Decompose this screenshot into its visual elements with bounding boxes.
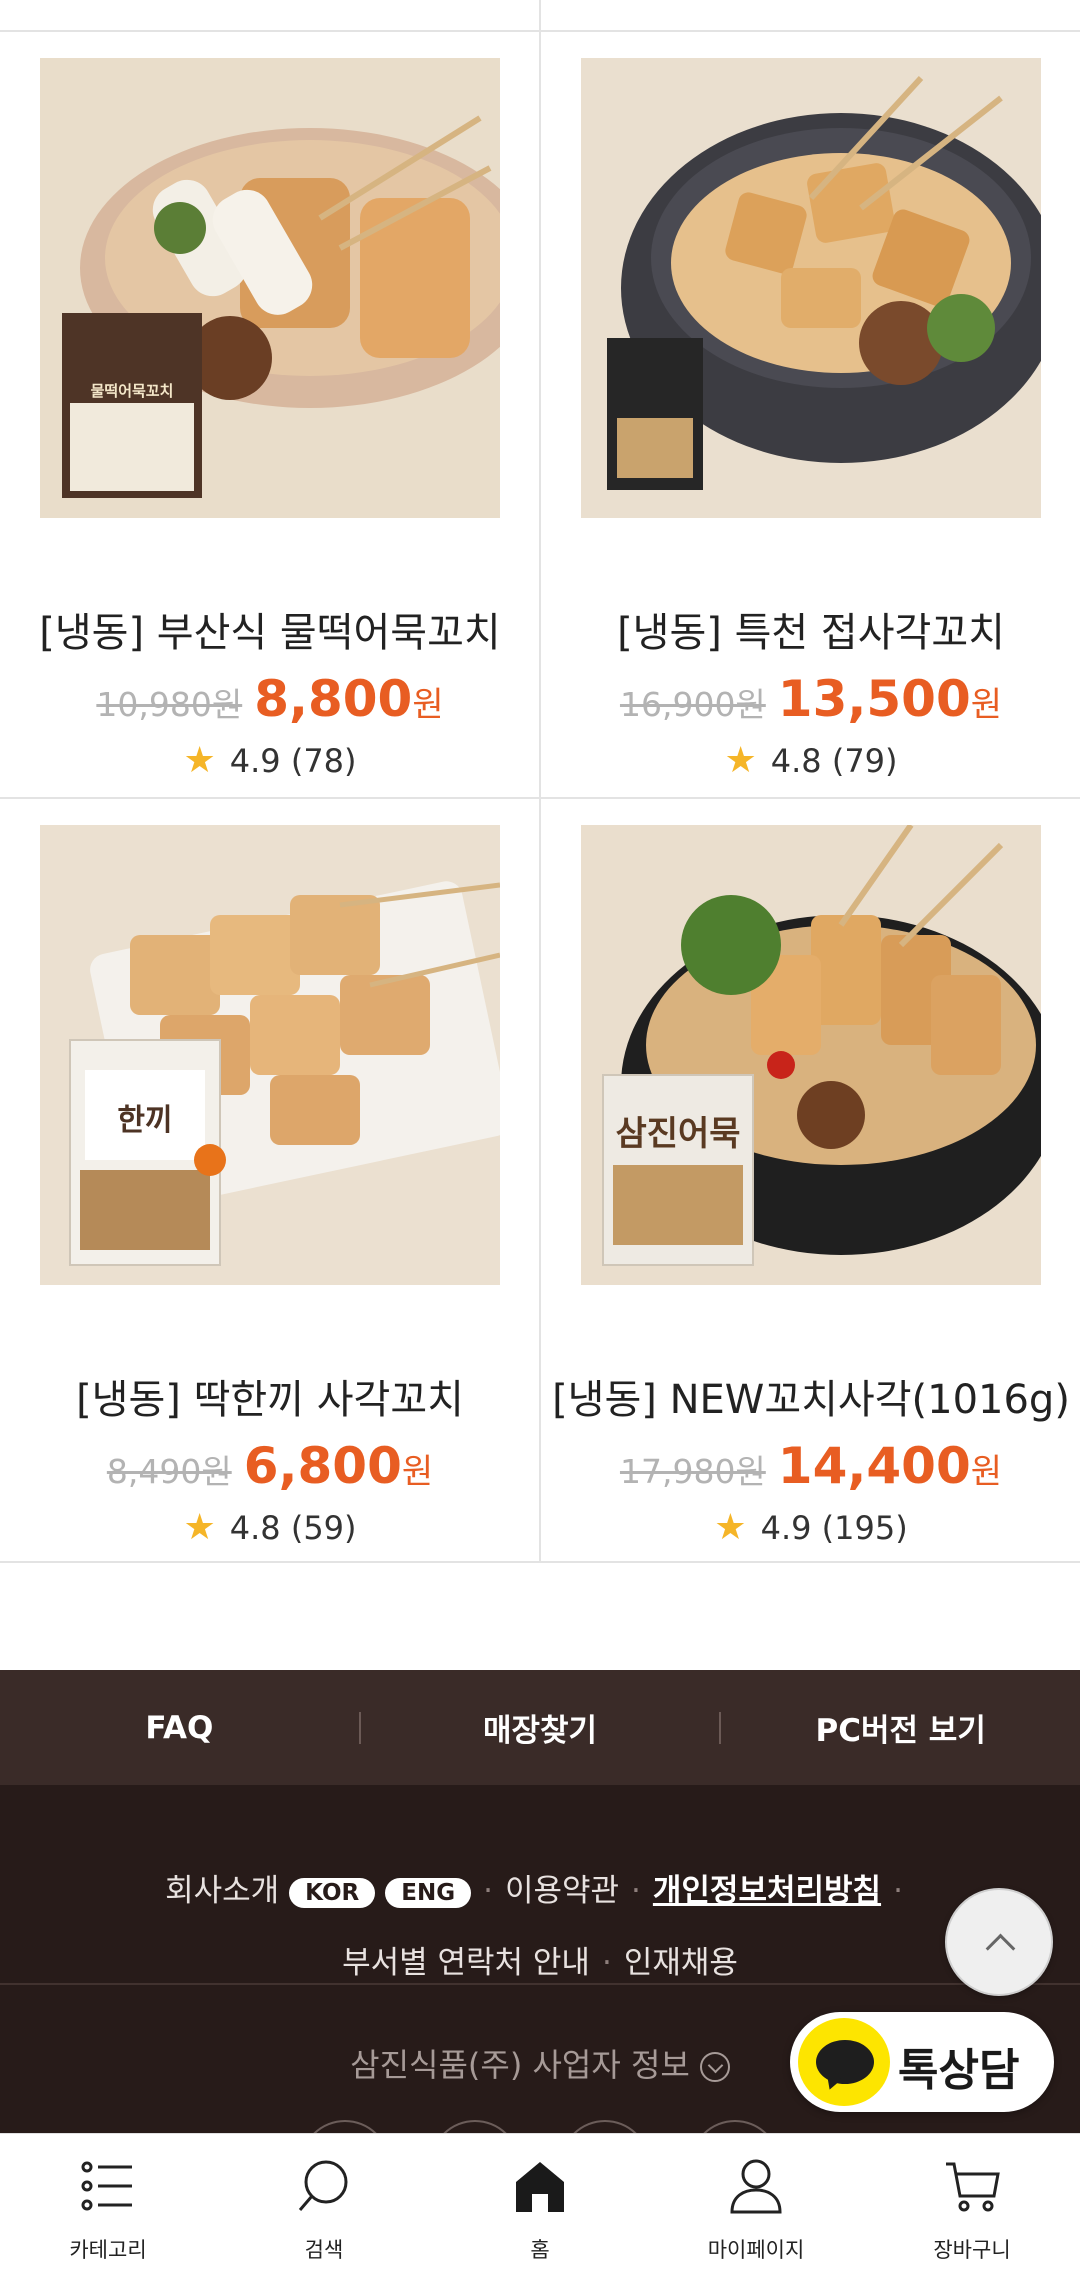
product-image[interactable]: 물떡어묵꼬치 — [40, 58, 500, 518]
pc-version-link[interactable]: PC버전 보기 — [721, 1705, 1080, 1750]
tab-category[interactable]: 카테고리 — [0, 2134, 216, 2284]
faq-link[interactable]: FAQ — [0, 1710, 359, 1746]
package-label: 삼진어묵 — [615, 1114, 740, 1154]
tab-cart[interactable]: 장바구니 — [864, 2134, 1080, 2284]
tab-mypage[interactable]: 마이페이지 — [648, 2134, 864, 2284]
product-image[interactable] — [581, 58, 1041, 518]
review-count: (195) — [821, 1509, 908, 1547]
separator-dot: · — [601, 1945, 612, 1981]
product-card[interactable]: 삼진어묵 [냉동] NEW꼬치사각(1016g) 17,980원 14,400원 … — [541, 799, 1080, 1565]
product-name[interactable]: [냉동] 딱한끼 사각꼬치 — [0, 1367, 540, 1425]
product-grid: 물떡어묵꼬치 [냉동] 부산식 물떡어묵꼬치 10,980원 8,800원 ★ 4.… — [0, 0, 1080, 1563]
rating-row: ★ 4.9 (78) — [0, 740, 540, 781]
privacy-policy-link[interactable]: 개인정보처리방침 — [653, 1873, 881, 1909]
product-card[interactable]: 한끼 [냉동] 딱한끼 사각꼬치 8,490원 6,800원 ★ 4.8 (59) — [0, 799, 540, 1565]
star-icon: ★ — [183, 740, 216, 781]
rating-row: ★ 4.9 (195) — [541, 1507, 1080, 1548]
company-intro-link[interactable]: 회사소개 — [165, 1873, 279, 1909]
original-price: 8,490원 — [106, 1452, 232, 1491]
sale-price: 13,500 — [777, 670, 971, 728]
eng-button[interactable]: ENG — [385, 1877, 472, 1908]
product-image[interactable]: 한끼 — [40, 825, 500, 1285]
product-name[interactable]: [냉동] 부산식 물떡어묵꼬치 — [0, 600, 540, 658]
original-price: 10,980원 — [96, 685, 243, 724]
rating-row: ★ 4.8 (59) — [0, 1507, 540, 1548]
rating-value: 4.8 — [770, 742, 822, 780]
talk-label: 톡상담 — [898, 2045, 1020, 2096]
star-icon: ★ — [724, 740, 757, 781]
package-label: 물떡어묵꼬치 — [91, 382, 174, 400]
footer-links-row: 부서별 연락처 안내 · 인재채용 — [0, 1937, 1080, 1982]
kakao-talk-button[interactable]: 톡상담 — [790, 2012, 1054, 2112]
tab-label: 검색 — [304, 2238, 344, 2262]
terms-link[interactable]: 이용약관 — [505, 1873, 619, 1909]
review-count: (78) — [290, 742, 357, 780]
sale-price: 8,800 — [254, 670, 413, 728]
department-contact-link[interactable]: 부서별 연락처 안내 — [342, 1945, 590, 1981]
price-row: 16,900원 13,500원 — [541, 670, 1080, 728]
tab-label: 홈 — [530, 2238, 550, 2262]
separator-dot: · — [483, 1873, 493, 1909]
business-info-label: 삼진식품(주) 사업자 정보 — [350, 2046, 690, 2084]
tab-home[interactable]: 홈 — [432, 2134, 648, 2284]
star-icon: ★ — [714, 1507, 747, 1548]
product-name[interactable]: [냉동] 특천 접사각꼬치 — [541, 600, 1080, 658]
currency-unit: 원 — [412, 685, 444, 725]
tab-search[interactable]: 검색 — [216, 2134, 432, 2284]
package-label: 한끼 — [117, 1103, 172, 1138]
review-count: (59) — [290, 1509, 357, 1547]
page: 물떡어묵꼬치 [냉동] 부산식 물떡어묵꼬치 10,980원 8,800원 ★ 4.… — [0, 0, 1080, 2284]
separator-dot: · — [893, 1873, 903, 1909]
price-row: 8,490원 6,800원 — [0, 1437, 540, 1495]
currency-unit: 원 — [401, 1452, 434, 1492]
careers-link[interactable]: 인재채용 — [624, 1945, 738, 1981]
rating-value: 4.9 — [760, 1509, 812, 1547]
list-icon — [81, 2161, 132, 2211]
scroll-top-button[interactable] — [945, 1888, 1053, 1996]
sale-price: 6,800 — [243, 1437, 402, 1495]
footer-links-row: 회사소개 KOR ENG · 이용약관 · 개인정보처리방침 · — [0, 1865, 1080, 1910]
product-card[interactable]: 물떡어묵꼬치 [냉동] 부산식 물떡어묵꼬치 10,980원 8,800원 ★ 4.… — [0, 32, 540, 798]
store-finder-link[interactable]: 매장찾기 — [361, 1705, 720, 1750]
sale-price: 14,400 — [777, 1437, 971, 1495]
price-row: 17,980원 14,400원 — [541, 1437, 1080, 1495]
chevron-down-icon — [699, 2052, 730, 2082]
product-card[interactable]: [냉동] 특천 접사각꼬치 16,900원 13,500원 ★ 4.8 (79) — [541, 32, 1080, 798]
divider — [0, 1983, 1080, 1985]
rating-value: 4.9 — [229, 742, 281, 780]
tab-label: 마이페이지 — [707, 2238, 805, 2262]
product-image[interactable]: 삼진어묵 — [581, 825, 1041, 1285]
product-name[interactable]: [냉동] NEW꼬치사각(1016g) — [541, 1367, 1080, 1425]
search-icon — [298, 2160, 348, 2211]
separator-dot: · — [631, 1873, 641, 1909]
rating-row: ★ 4.8 (79) — [541, 740, 1080, 781]
original-price: 16,900원 — [619, 685, 766, 724]
currency-unit: 원 — [970, 1452, 1003, 1492]
original-price: 17,980원 — [619, 1452, 766, 1491]
tab-label: 카테고리 — [69, 2238, 147, 2262]
home-icon — [516, 2162, 564, 2212]
user-icon — [730, 2159, 782, 2214]
tab-label: 장바구니 — [933, 2238, 1011, 2262]
star-icon: ★ — [183, 1507, 216, 1548]
chat-bubble-icon — [798, 2018, 890, 2106]
review-count: (79) — [831, 742, 898, 780]
price-row: 10,980원 8,800원 — [0, 670, 540, 728]
currency-unit: 원 — [970, 685, 1003, 725]
kor-button[interactable]: KOR — [289, 1877, 376, 1908]
rating-value: 4.8 — [229, 1509, 281, 1547]
footer-nav: FAQ 매장찾기 PC버전 보기 — [0, 1670, 1080, 1785]
bottom-tab-bar: 카테고리 검색 홈 마이페이지 장바구니 — [0, 2133, 1080, 2284]
cart-icon — [946, 2162, 1000, 2212]
